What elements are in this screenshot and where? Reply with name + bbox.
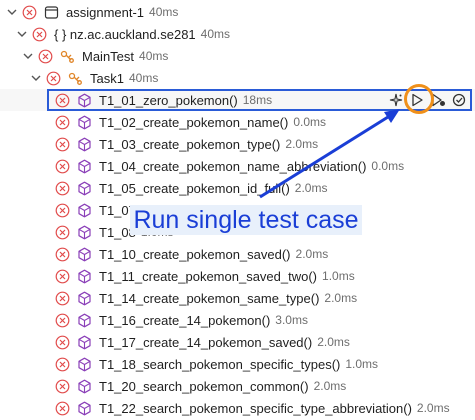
test-method-icon <box>77 269 92 284</box>
duration: 40ms <box>139 49 169 63</box>
failed-status-icon <box>55 357 70 372</box>
test-name: T1_20_search_pokemon_common() <box>99 378 309 394</box>
test-name: T1_10_create_pokemon_saved() <box>99 246 291 262</box>
test-row[interactable]: T1_14_create_pokemon_same_type() 2.0ms <box>0 287 475 309</box>
failed-status-icon <box>55 203 70 218</box>
duration: 3.0ms <box>275 313 308 327</box>
duration: 2.0ms <box>324 291 358 305</box>
failed-status-icon <box>55 379 70 394</box>
test-row[interactable]: T1_03_create_pokemon_type() 2.0ms <box>0 133 475 155</box>
test-method-icon <box>77 203 92 218</box>
duration: 2.0ms <box>294 181 328 195</box>
chevron-down-icon[interactable] <box>22 50 34 62</box>
test-method-icon <box>77 247 92 262</box>
failed-status-icon <box>55 137 70 152</box>
test-name: T1_18_search_pokemon_specific_types() <box>99 356 341 372</box>
chevron-down-icon[interactable] <box>30 72 42 84</box>
failed-status-icon <box>38 49 53 64</box>
test-method-icon <box>77 225 92 240</box>
duration: 40ms <box>128 71 159 85</box>
tree-label-maintest: MainTest <box>82 48 135 64</box>
failed-status-icon <box>55 313 70 328</box>
test-method-icon <box>77 159 92 174</box>
test-method-icon <box>77 115 92 130</box>
test-row[interactable]: T1_22_search_pokemon_specific_type_abbre… <box>0 397 475 419</box>
duration: 0.0ms <box>293 115 327 129</box>
failed-status-icon <box>55 225 70 240</box>
failed-status-icon <box>46 71 61 86</box>
test-row[interactable]: T1_20_search_pokemon_common() 2.0ms <box>0 375 475 397</box>
annotation-callout: Run single test case <box>130 205 362 235</box>
go-to-test-icon[interactable] <box>451 92 467 108</box>
test-row[interactable]: T1_17_create_14_pokemon_saved() 2.0ms <box>0 331 475 353</box>
failed-status-icon <box>55 335 70 350</box>
duration: 0.0ms <box>371 159 405 173</box>
duration: 2.0ms <box>295 247 329 261</box>
project-folder-icon <box>44 5 59 20</box>
tree-label-root: assignment-1 <box>66 4 145 20</box>
test-method-icon <box>77 379 92 394</box>
failed-status-icon <box>55 291 70 306</box>
test-method-icon <box>77 137 92 152</box>
tree-row-package[interactable]: { } nz.ac.auckland.se281 40ms <box>0 23 475 45</box>
duration: 2.0ms <box>416 401 450 415</box>
failed-status-icon <box>55 401 70 416</box>
chevron-down-icon[interactable] <box>6 6 18 18</box>
test-method-icon <box>77 335 92 350</box>
duration: 40ms <box>149 5 179 19</box>
class-icon <box>68 71 83 86</box>
test-method-icon <box>77 291 92 306</box>
test-row[interactable]: T1_02_create_pokemon_name() 0.0ms <box>0 111 475 133</box>
test-row[interactable]: T1_05_create_pokemon_id_full() 2.0ms <box>0 177 475 199</box>
duration: 2.0ms <box>285 137 319 151</box>
duration: 2.0ms <box>317 335 350 349</box>
test-name: T1_14_create_pokemon_same_type() <box>99 290 320 306</box>
tree-row-root[interactable]: assignment-1 40ms <box>0 1 475 23</box>
test-method-icon <box>77 313 92 328</box>
run-button-highlight-ring <box>404 84 434 114</box>
test-name: T1_22_search_pokemon_specific_type_abbre… <box>99 400 412 416</box>
test-name: T1_04_create_pokemon_name_abbreviation() <box>99 158 367 174</box>
test-name: T1_11_create_pokemon_saved_two() <box>99 268 318 284</box>
failed-status-icon <box>55 159 70 174</box>
test-method-icon <box>77 181 92 196</box>
test-name: T1_16_create_14_pokemon() <box>99 312 271 328</box>
test-row[interactable]: T1_16_create_14_pokemon() 3.0ms <box>0 309 475 331</box>
tree-row-maintest[interactable]: MainTest 40ms <box>0 45 475 67</box>
test-row[interactable]: T1_04_create_pokemon_name_abbreviation()… <box>0 155 475 177</box>
test-row[interactable]: T1_18_search_pokemon_specific_types() 1.0… <box>0 353 475 375</box>
test-method-icon <box>77 357 92 372</box>
test-name: T1_03_create_pokemon_type() <box>99 136 281 152</box>
test-name: T1_02_create_pokemon_name() <box>99 114 289 130</box>
debug-sparkle-icon[interactable] <box>388 92 404 108</box>
duration: 1.0ms <box>345 357 379 371</box>
test-row[interactable]: T1_11_create_pokemon_saved_two() 1.0ms <box>0 265 475 287</box>
test-method-icon <box>77 401 92 416</box>
failed-status-icon <box>32 27 47 42</box>
failed-status-icon <box>55 181 70 196</box>
test-name: T1_17_create_14_pokemon_saved() <box>99 334 313 350</box>
failed-status-icon <box>55 247 70 262</box>
test-row[interactable]: T1_10_create_pokemon_saved() 2.0ms <box>0 243 475 265</box>
test-name: T1_05_create_pokemon_id_full() <box>99 180 290 196</box>
failed-status-icon <box>55 115 70 130</box>
tree-label-task1: Task1 <box>90 70 124 86</box>
tree-row-task1[interactable]: Task1 40ms <box>0 67 475 89</box>
tree-label-package: { } nz.ac.auckland.se281 <box>54 26 196 42</box>
duration: 2.0ms <box>313 379 347 393</box>
duration: 40ms <box>200 27 231 41</box>
failed-status-icon <box>22 5 37 20</box>
failed-status-icon <box>55 269 70 284</box>
class-icon <box>60 49 75 64</box>
duration: 1.0ms <box>322 269 355 283</box>
chevron-down-icon[interactable] <box>16 28 28 40</box>
